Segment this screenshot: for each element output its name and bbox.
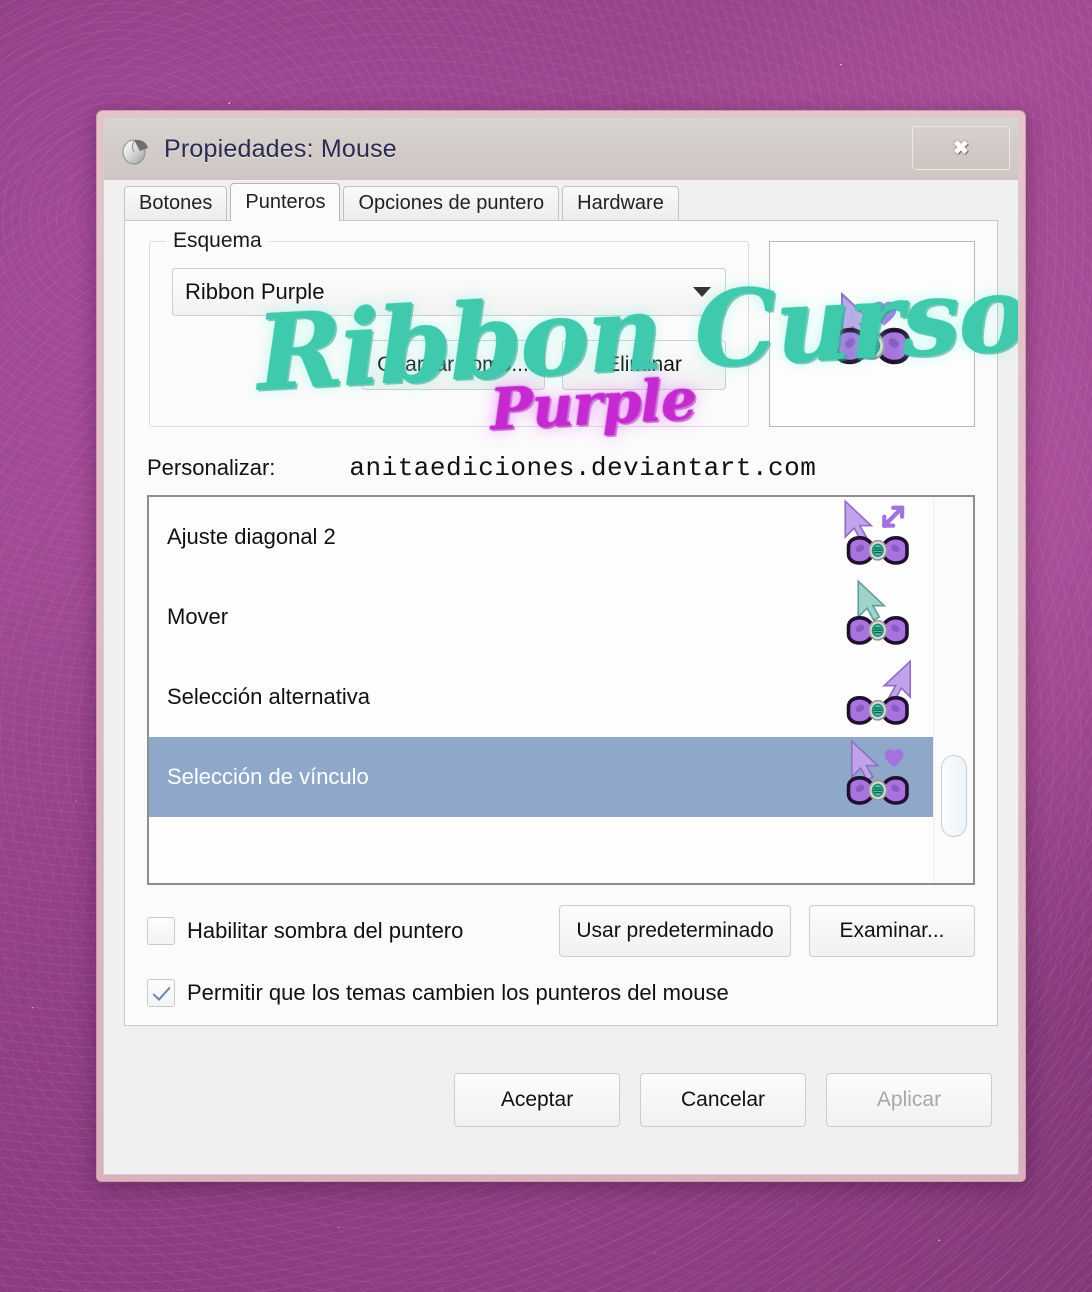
tab-strip: Botones Punteros Opciones de puntero Har… [104,180,1018,221]
list-item[interactable]: Mover [149,577,933,657]
desktop-background: Propiedades: Mouse ✖ Botones Punteros Op… [0,0,1092,1292]
list-scrollbar[interactable] [933,497,973,883]
cancel-button[interactable]: Cancelar [640,1073,806,1127]
window-client-area: Propiedades: Mouse ✖ Botones Punteros Op… [103,117,1019,1175]
close-button[interactable]: ✖ [912,126,1010,170]
alt-select-bow-cursor [835,658,927,736]
tab-label: Hardware [577,192,664,214]
save-as-button[interactable]: Guardar como... [361,340,545,390]
chevron-down-icon [693,287,711,297]
accept-button[interactable]: Aceptar [454,1073,620,1127]
use-default-button[interactable]: Usar predeterminado [559,905,791,957]
move-teal-arrow-bow-cursor [835,578,927,656]
apply-button[interactable]: Aplicar [826,1073,992,1127]
list-item[interactable]: Selección de vínculo [149,737,933,817]
pointer-role-label: Selección de vínculo [167,764,369,789]
watermark-url-text: anitaediciones.deviantart.com [349,453,817,483]
scheme-selected-value: Ribbon Purple [185,279,325,304]
browse-button[interactable]: Examinar... [809,905,975,957]
allow-themes-label: Permitir que los temas cambien los punte… [187,980,729,1005]
resize-diagonal-bow-cursor [835,498,927,576]
pointer-role-label: Mover [167,604,229,629]
mouse-icon [122,139,148,165]
list-item[interactable]: Selección alternativa [149,657,933,737]
scheme-row: Esquema Ribbon Purple Guardar como... El… [147,229,975,427]
customize-row: Personalizar: anitaediciones.deviantart.… [147,453,975,483]
scheme-legend: Esquema [166,229,269,253]
shadow-option-row: Habilitar sombra del puntero Usar predet… [147,905,975,957]
pointer-role-label: Ajuste diagonal 2 [167,524,336,549]
tab-label: Punteros [245,191,326,213]
tab-opciones-de-puntero[interactable]: Opciones de puntero [343,186,560,220]
dialog-footer: Aceptar Cancelar Aplicar [104,1026,1018,1174]
pointer-list[interactable]: Ajuste diagonal 2 Mover Selección altern… [147,495,975,885]
enable-pointer-shadow-label: Habilitar sombra del puntero [187,918,464,943]
enable-pointer-shadow-checkbox[interactable] [147,917,175,945]
cursor-preview-box [769,241,975,427]
titlebar: Propiedades: Mouse ✖ [104,118,1018,180]
mouse-properties-window: Propiedades: Mouse ✖ Botones Punteros Op… [96,110,1026,1182]
list-item[interactable]: Ajuste diagonal 2 [149,497,933,577]
link-select-heart-bow-cursor-preview [833,291,911,365]
scheme-group: Esquema Ribbon Purple Guardar como... El… [149,229,749,427]
tab-label: Opciones de puntero [358,192,545,214]
close-icon: ✖ [953,137,969,159]
window-title: Propiedades: Mouse [164,134,397,163]
scheme-buttons: Guardar como... Eliminar [172,340,726,390]
themes-option-row: Permitir que los temas cambien los punte… [147,979,975,1007]
pointer-list-rows: Ajuste diagonal 2 Mover Selección altern… [149,497,933,883]
tab-punteros[interactable]: Punteros [230,183,341,221]
allow-themes-checkbox[interactable] [147,979,175,1007]
tab-label: Botones [139,192,213,214]
punteros-tab-panel: Esquema Ribbon Purple Guardar como... El… [124,220,998,1026]
link-select-heart-bow-cursor [835,738,927,816]
list-scrollbar-thumb[interactable] [941,755,967,837]
scheme-select[interactable]: Ribbon Purple [172,268,726,316]
tab-botones[interactable]: Botones [124,186,228,220]
options-area: Habilitar sombra del puntero Usar predet… [147,905,975,1007]
pointer-role-label: Selección alternativa [167,684,371,709]
delete-button[interactable]: Eliminar [562,340,726,390]
customize-label: Personalizar: [147,455,276,480]
tab-hardware[interactable]: Hardware [562,186,679,220]
